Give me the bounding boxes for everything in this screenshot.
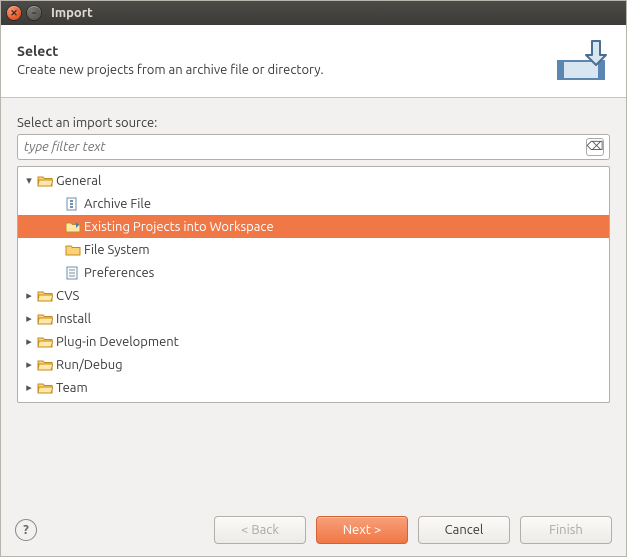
tree-item-label: Run/Debug — [54, 358, 123, 372]
tree-item-label: Archive File — [82, 197, 151, 211]
import-source-tree[interactable]: ▾ General▸ Archive File▸ Existing Projec… — [17, 166, 610, 403]
filter-wrap: ⌫ — [17, 134, 610, 160]
source-label: Select an import source: — [17, 116, 610, 130]
folder-open-icon — [36, 289, 54, 303]
tree-item-label: Plug-in Development — [54, 335, 179, 349]
banner-heading: Select — [17, 43, 324, 59]
tree-item[interactable]: ▸ Archive File — [18, 192, 609, 215]
archive-icon — [64, 197, 82, 211]
tree-item-label: General — [54, 174, 101, 188]
titlebar: ✕ – Import — [1, 1, 626, 25]
folder-open-icon — [36, 335, 54, 349]
tree-item[interactable]: ▸ Run/Debug — [18, 353, 609, 376]
import-dialog: ✕ – Import Select Create new projects fr… — [0, 0, 627, 557]
filter-input[interactable] — [17, 134, 610, 160]
chevron-right-icon[interactable]: ▸ — [22, 335, 36, 348]
tree-item-label: File System — [82, 243, 150, 257]
wizard-icon — [64, 220, 82, 234]
banner-description: Create new projects from an archive file… — [17, 63, 324, 77]
back-button[interactable]: < Back — [214, 516, 306, 544]
folder-open-icon — [36, 381, 54, 395]
clear-filter-icon[interactable]: ⌫ — [586, 138, 604, 156]
tree-item[interactable]: ▸ Install — [18, 307, 609, 330]
tree-item[interactable]: ▸ CVS — [18, 284, 609, 307]
chevron-right-icon[interactable]: ▸ — [22, 312, 36, 325]
chevron-down-icon[interactable]: ▾ — [22, 174, 36, 187]
window-minimize-button[interactable]: – — [27, 6, 41, 20]
folder-open-icon — [36, 358, 54, 372]
tree-item-label: Team — [54, 381, 88, 395]
chevron-right-icon[interactable]: ▸ — [22, 289, 36, 302]
folder-open-icon — [36, 174, 54, 188]
prefs-icon — [64, 266, 82, 280]
banner: Select Create new projects from an archi… — [1, 25, 626, 98]
tree-item-label: Existing Projects into Workspace — [82, 220, 274, 234]
chevron-right-icon[interactable]: ▸ — [22, 358, 36, 371]
tree-item[interactable]: ▸ Preferences — [18, 261, 609, 284]
banner-text: Select Create new projects from an archi… — [17, 43, 324, 77]
window-close-button[interactable]: ✕ — [7, 6, 21, 20]
chevron-right-icon[interactable]: ▸ — [22, 381, 36, 394]
tree-item-label: Preferences — [82, 266, 154, 280]
tree-item-label: CVS — [54, 289, 79, 303]
tree-item[interactable]: ▸ Team — [18, 376, 609, 399]
content: Select an import source: ⌫ ▾ General▸ Ar… — [1, 98, 626, 506]
next-button[interactable]: Next > — [316, 516, 408, 544]
import-icon — [552, 37, 610, 83]
tree-item[interactable]: ▸File System — [18, 238, 609, 261]
tree-item[interactable]: ▾ General — [18, 169, 609, 192]
help-button[interactable]: ? — [15, 519, 37, 541]
cancel-button[interactable]: Cancel — [418, 516, 510, 544]
finish-button[interactable]: Finish — [520, 516, 612, 544]
window-title: Import — [51, 6, 93, 20]
tree-item[interactable]: ▸ Plug-in Development — [18, 330, 609, 353]
button-bar: ? < Back Next > Cancel Finish — [1, 506, 626, 556]
folder-open-icon — [36, 312, 54, 326]
folder-icon — [64, 243, 82, 257]
tree-item[interactable]: ▸ Existing Projects into Workspace — [18, 215, 609, 238]
tree-item-label: Install — [54, 312, 91, 326]
